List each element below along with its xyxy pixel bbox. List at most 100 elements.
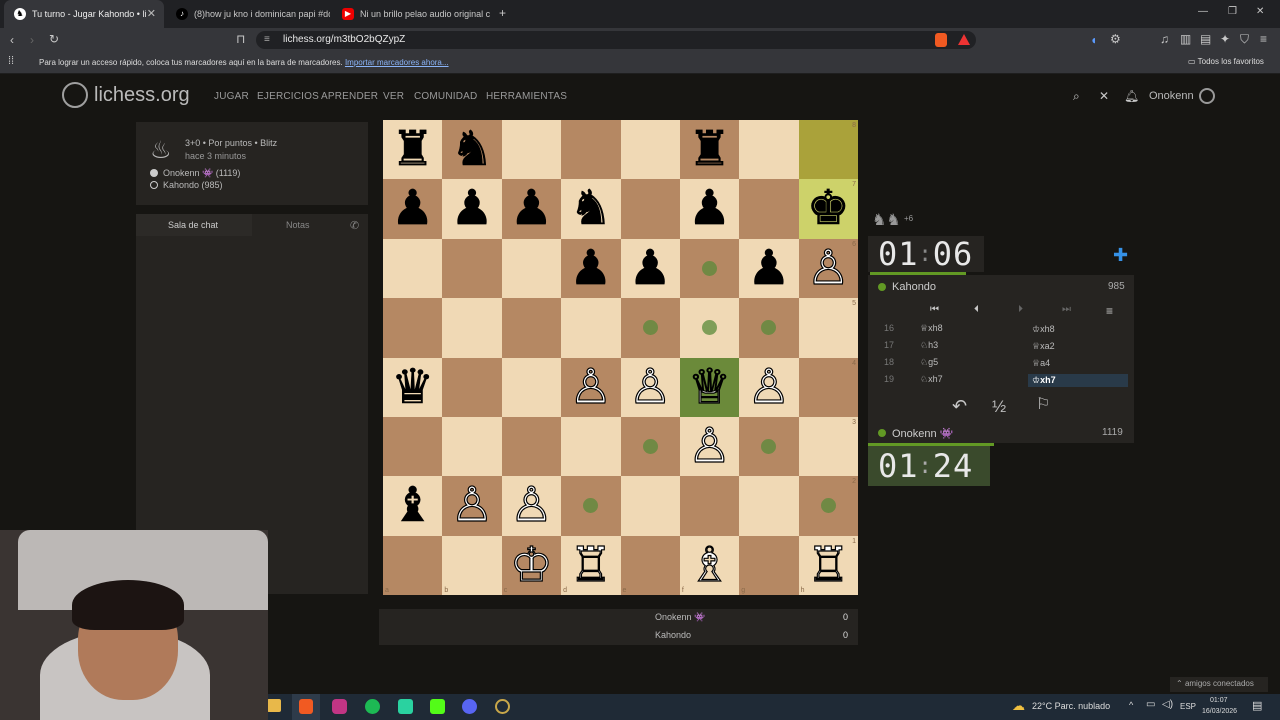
white-piece-d1[interactable]: ♖	[561, 536, 620, 595]
black-piece-a8[interactable]: ♜	[383, 120, 442, 179]
chess-board[interactable]: ♜ ♞ ♜ ♟ ♟ ♟ ♞ ♟ ♚ ♟ ♟ ♟ ♙ ♛ ♙ ♙ ♕ ♙ ♙ ♝ ♙ ♙ ♔ ♖ ♗ ♖ 8 7 6 5 4 3 2 1 a b c d e f…	[383, 120, 858, 595]
square-h8[interactable]	[798, 120, 858, 180]
close-icon[interactable]: ✕	[1099, 90, 1109, 102]
brave-shield-icon[interactable]	[935, 33, 947, 47]
square-b3[interactable]	[442, 416, 502, 477]
white-piece-h1[interactable]: ♖	[799, 536, 858, 595]
add-time-icon[interactable]: ✚	[1113, 245, 1128, 266]
square-h4[interactable]	[798, 357, 858, 417]
black-piece-c7[interactable]: ♟	[502, 179, 561, 238]
square-a3[interactable]	[383, 416, 443, 477]
user-menu[interactable]: Onokenn	[1149, 90, 1194, 102]
kick-icon[interactable]	[430, 699, 445, 714]
square-c5[interactable]	[501, 298, 562, 358]
square-a5[interactable]	[383, 298, 443, 358]
back-icon[interactable]: ‹	[10, 34, 14, 46]
white-piece-f1[interactable]: ♗	[680, 536, 739, 595]
offer-draw-button[interactable]: ½	[992, 397, 1006, 417]
square-d8[interactable]	[561, 120, 621, 180]
nav-learn[interactable]: APRENDER	[321, 91, 378, 102]
tab-lichess[interactable]: ♞ Tu turno - Jugar Kahondo • li ✕	[4, 0, 164, 28]
takeback-icon[interactable]: ↶	[952, 397, 967, 415]
spotify-icon[interactable]	[365, 699, 380, 714]
black-piece-b7[interactable]: ♟	[442, 179, 501, 238]
notification-center-icon[interactable]: ▤	[1252, 699, 1262, 712]
menu-icon[interactable]: ≡	[1260, 33, 1267, 45]
opponent-name[interactable]: Kahondo	[892, 281, 936, 293]
clock-time[interactable]: 01:07	[1210, 697, 1228, 704]
bookmark-icon[interactable]: ⊓	[236, 33, 245, 45]
white-move[interactable]: ♕xh8	[920, 323, 943, 334]
leo-icon[interactable]: ✦	[1220, 33, 1230, 45]
square-e7[interactable]	[620, 179, 680, 239]
black-move[interactable]: ♕a4	[1028, 357, 1054, 370]
square-e8[interactable]	[620, 120, 680, 180]
black-piece-a7[interactable]: ♟	[383, 179, 442, 238]
notifications-icon[interactable]: 🔔︎	[1124, 90, 1139, 102]
tab-notes[interactable]: Notas	[286, 220, 310, 230]
square-b4[interactable]	[442, 357, 502, 417]
move-menu-icon[interactable]: ≡	[1106, 305, 1113, 317]
discord-icon[interactable]	[462, 699, 477, 714]
white-piece-d4[interactable]: ♙	[561, 358, 620, 417]
black-piece-a4[interactable]: ♛	[383, 358, 442, 417]
white-piece-c1[interactable]: ♔	[502, 536, 561, 595]
close-tab-icon[interactable]: ✕	[147, 7, 156, 20]
square-e2[interactable]	[620, 476, 680, 536]
square-d3[interactable]	[561, 416, 621, 477]
tab-youtube[interactable]: ▶ Ni un brillo pelao audio original con	[332, 0, 490, 28]
square-b6[interactable]	[442, 238, 502, 299]
square-f2[interactable]	[679, 476, 740, 536]
square-g8[interactable]	[739, 120, 799, 180]
brave-rewards-icon[interactable]	[958, 34, 970, 45]
instagram-icon[interactable]	[332, 699, 347, 714]
black-piece-f8[interactable]: ♜	[680, 120, 739, 179]
import-bookmarks-link[interactable]: Importar marcadores ahora...	[345, 58, 449, 67]
black-piece-b8[interactable]: ♞	[442, 120, 501, 179]
nav-tools[interactable]: HERRAMIENTAS	[486, 91, 567, 102]
vpn-icon[interactable]: ⛉	[1240, 33, 1249, 45]
white-piece-h6[interactable]: ♙	[799, 239, 858, 298]
tab-tiktok[interactable]: ♪ (8)how ju kno i dominican papi #do	[166, 0, 330, 28]
black-move-active[interactable]: ♔xh7	[1028, 374, 1128, 387]
square-e1[interactable]	[620, 535, 680, 595]
black-piece-d7[interactable]: ♞	[561, 179, 620, 238]
player1-info[interactable]: Onokenn 👾 (1119)	[163, 168, 240, 179]
square-d5[interactable]	[561, 298, 621, 358]
new-tab-icon[interactable]: +	[499, 7, 506, 19]
sidebar-icon[interactable]: ▥	[1180, 33, 1191, 45]
reload-icon[interactable]: ↻	[49, 33, 59, 45]
search-icon[interactable]: ⌕	[1073, 90, 1080, 102]
volume-icon[interactable]: ◁)	[1162, 699, 1173, 710]
file-explorer-icon[interactable]	[267, 699, 281, 712]
square-b1[interactable]	[442, 535, 502, 595]
white-move[interactable]: ♘g5	[920, 357, 938, 368]
url-field[interactable]: ≡ lichess.org/m3tbO2bQZypZ	[256, 31, 976, 49]
next-move-icon[interactable]: ⏵	[1018, 305, 1023, 315]
white-piece-c2[interactable]: ♙	[502, 476, 561, 535]
weather-text[interactable]: 22°C Parc. nublado	[1032, 701, 1110, 711]
square-g2[interactable]	[739, 476, 799, 536]
language-indicator[interactable]: ESP	[1180, 702, 1196, 711]
move-hint-dot[interactable]	[642, 320, 658, 336]
player-name[interactable]: Onokenn 👾	[892, 427, 953, 440]
square-a1[interactable]	[383, 535, 443, 595]
prev-move-icon[interactable]: ⏴	[974, 305, 979, 315]
square-h3[interactable]	[798, 416, 858, 477]
square-c8[interactable]	[501, 120, 562, 180]
black-move[interactable]: ♔xh8	[1028, 323, 1059, 336]
square-c4[interactable]	[501, 357, 562, 417]
last-move-icon[interactable]: ⏭	[1062, 305, 1071, 315]
audio-icon[interactable]: ◖	[1090, 34, 1097, 46]
forward-icon[interactable]: ›	[30, 34, 34, 46]
white-piece-f4[interactable]: ♕	[680, 358, 739, 417]
white-piece-e4[interactable]: ♙	[621, 358, 680, 417]
white-piece-g4[interactable]: ♙	[739, 358, 798, 417]
nav-watch[interactable]: VER	[383, 91, 404, 102]
player2-info[interactable]: Kahondo (985)	[163, 180, 223, 190]
close-window-icon[interactable]: ✕	[1256, 7, 1264, 17]
voice-chat-icon[interactable]: ✆	[350, 219, 359, 232]
white-move[interactable]: ♘xh7	[920, 374, 943, 385]
black-piece-a2[interactable]: ♝	[383, 476, 442, 535]
site-logo[interactable]: lichess.org	[62, 82, 190, 108]
